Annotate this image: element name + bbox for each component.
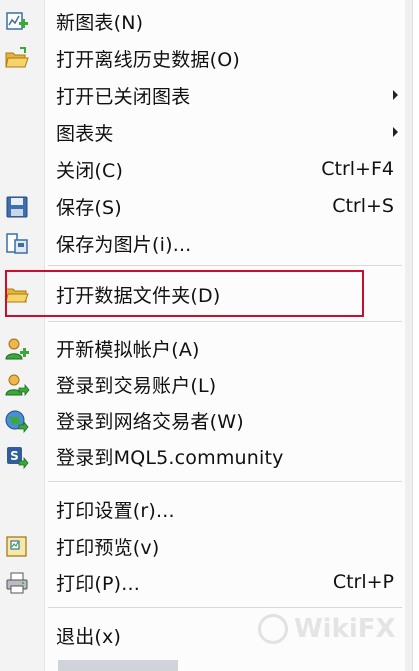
menu-item-close[interactable]: 关闭(C) Ctrl+F4	[0, 152, 410, 186]
open-folder-icon	[4, 46, 30, 72]
submenu-arrow-icon	[393, 90, 398, 100]
menu-item-label: 打开已关闭图表	[56, 85, 191, 108]
save-picture-icon	[4, 231, 30, 257]
menu-item-label: 图表夹	[56, 122, 114, 145]
menu-separator	[48, 607, 402, 608]
menu-item-new-chart[interactable]: 新图表(N)	[0, 4, 410, 38]
menu-item-print-preview[interactable]: 打印预览(v)	[0, 529, 410, 563]
floppy-disk-icon	[4, 194, 30, 220]
menu-item-shortcut: Ctrl+P	[332, 571, 394, 593]
menu-item-login-mql5[interactable]: S 登录到MQL5.community	[0, 439, 410, 473]
menu-item-label: 保存(S)	[56, 196, 122, 219]
watermark-logo-icon	[258, 614, 288, 644]
menu-item-login-web-trader[interactable]: 登录到网络交易者(W)	[0, 403, 410, 437]
menu-item-label: 登录到网络交易者(W)	[56, 410, 244, 433]
login-user-icon	[4, 372, 30, 398]
menu-item-open-closed-charts[interactable]: 打开已关闭图表	[0, 78, 410, 112]
menu-item-print-setup[interactable]: 打印设置(r)...	[0, 492, 410, 526]
menu-separator	[48, 321, 402, 322]
print-preview-icon	[4, 534, 30, 560]
globe-user-icon	[4, 408, 30, 434]
watermark: WikiFX	[258, 614, 396, 644]
watermark-text: WikiFX	[294, 614, 396, 644]
menu-item-open-offline[interactable]: 打开离线历史数据(O)	[0, 41, 410, 75]
menu-item-label: 关闭(C)	[56, 159, 124, 182]
new-chart-icon	[4, 9, 30, 35]
add-user-icon	[4, 336, 30, 362]
menu-item-save-as-picture[interactable]: 保存为图片(i)...	[0, 226, 410, 260]
menu-item-open-demo-account[interactable]: 开新模拟帐户(A)	[0, 331, 410, 365]
printer-icon	[4, 570, 30, 596]
menu-item-label: 打印设置(r)...	[56, 499, 175, 522]
menu-item-label: 打印(P)...	[56, 572, 141, 595]
menu-item-shortcut: Ctrl+S	[332, 195, 394, 217]
menu-item-label: 登录到MQL5.community	[56, 446, 284, 469]
menu-item-shortcut: Ctrl+F4	[321, 158, 394, 180]
mql5-icon: S	[4, 444, 30, 470]
menu-item-chart-folder[interactable]: 图表夹	[0, 115, 410, 149]
submenu-arrow-icon	[393, 127, 398, 137]
menu-item-save[interactable]: 保存(S) Ctrl+S	[0, 189, 410, 223]
menu-item-label: 登录到交易账户(L)	[56, 374, 217, 397]
menu-item-label: 新图表(N)	[56, 11, 144, 34]
menu-item-login-trade-account[interactable]: 登录到交易账户(L)	[0, 367, 410, 401]
menu-item-label: 开新模拟帐户(A)	[56, 338, 200, 361]
menu-item-label: 保存为图片(i)...	[56, 233, 192, 256]
svg-text:S: S	[10, 449, 19, 463]
file-menu: 新图表(N) 打开离线历史数据(O) 打开已关闭图表 图表夹 关闭(C) Ctr…	[0, 0, 413, 671]
background-window-fragment	[58, 660, 178, 671]
menu-separator	[48, 265, 402, 266]
menu-separator	[48, 481, 402, 482]
menu-item-label: 打印预览(v)	[56, 536, 160, 559]
menu-item-print[interactable]: 打印(P)... Ctrl+P	[0, 565, 410, 599]
menu-item-label: 退出(x)	[56, 625, 122, 648]
menu-item-label: 打开离线历史数据(O)	[56, 48, 240, 71]
highlight-box	[5, 270, 364, 317]
